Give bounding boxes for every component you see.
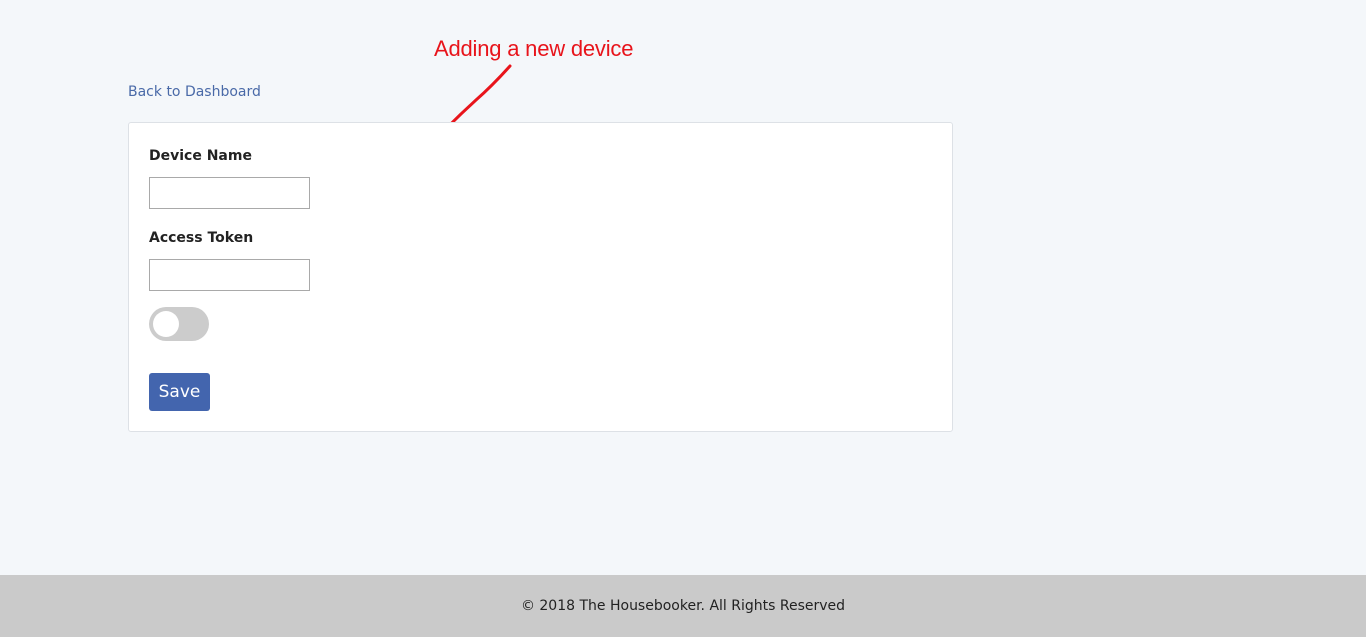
back-to-dashboard-link[interactable]: Back to Dashboard [128, 84, 261, 100]
footer: © 2018 The Housebooker. All Rights Reser… [0, 575, 1366, 637]
add-device-form-card: Device Name Access Token Save [128, 122, 953, 432]
access-token-label: Access Token [149, 230, 254, 246]
access-token-input[interactable] [149, 259, 310, 291]
footer-copyright: © 2018 The Housebooker. All Rights Reser… [520, 598, 846, 614]
enable-toggle[interactable] [149, 307, 209, 341]
annotation-callout: Adding a new device [434, 36, 634, 61]
toggle-knob [153, 311, 179, 337]
device-name-label: Device Name [149, 148, 252, 164]
device-name-input[interactable] [149, 177, 310, 209]
save-button[interactable]: Save [149, 373, 210, 411]
